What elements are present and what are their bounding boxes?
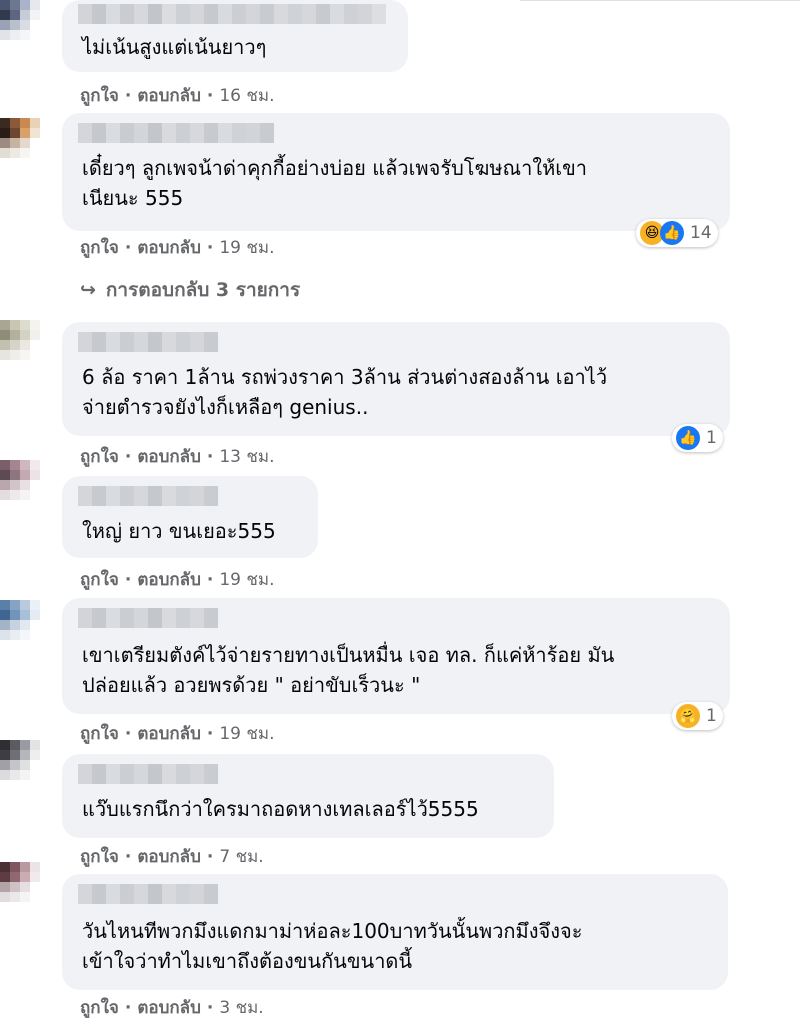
reaction-summary[interactable]: 😆 👍 14	[636, 219, 718, 247]
comment-bubble: แว๊บแรกนึกว่าใครมาถอดหางเทลเลอร์ไว้5555	[62, 754, 554, 838]
reply-arrow-icon: ↪	[80, 279, 96, 301]
separator-dot: ·	[124, 723, 132, 744]
comment-text: ไม่เน้นสูงแต่เน้นยาวๆ	[82, 35, 267, 59]
comment-actions: ถูกใจ · ตอบกลับ · 7 ชม.	[80, 843, 264, 870]
separator-dot: ·	[124, 237, 132, 258]
comment-text: เดี๋ยวๆ ลูกเพจน้าด่าคุกกี้อย่างบ่อย แล้ว…	[82, 156, 587, 210]
avatar[interactable]	[0, 0, 40, 40]
blurred-author-name[interactable]	[78, 332, 218, 352]
comment-text: แว๊บแรกนึกว่าใครมาถอดหางเทลเลอร์ไว้5555	[82, 797, 479, 821]
comment-bubble: วันไหนทีพวกมึงแดกมาม่าห่อละ100บาทวันนั้น…	[62, 874, 728, 990]
reaction-count: 1	[706, 428, 717, 448]
timestamp[interactable]: 19 ชม.	[219, 720, 274, 747]
separator-dot: ·	[206, 237, 214, 258]
comment-bubble: ไม่เน้นสูงแต่เน้นยาวๆ	[62, 0, 408, 72]
like-icon: 👍	[676, 426, 700, 450]
blurred-author-name[interactable]	[78, 764, 218, 784]
reply-link[interactable]: ตอบกลับ	[137, 720, 201, 747]
separator-dot: ·	[206, 85, 214, 106]
timestamp[interactable]: 19 ชม.	[219, 234, 274, 261]
top-divider	[520, 0, 800, 1]
comment-actions: ถูกใจ · ตอบกลับ · 19 ชม.	[80, 234, 275, 261]
separator-dot: ·	[206, 446, 214, 467]
separator-dot: ·	[206, 723, 214, 744]
like-link[interactable]: ถูกใจ	[80, 720, 119, 747]
reply-link[interactable]: ตอบกลับ	[137, 234, 201, 261]
separator-dot: ·	[206, 997, 214, 1018]
avatar[interactable]	[0, 460, 40, 520]
comment-text: เขาเตรียมตังค์ไว้จ่ายรายทางเป็นหมื่น เจอ…	[82, 643, 615, 697]
blurred-author-name[interactable]	[78, 608, 218, 628]
separator-dot: ·	[124, 446, 132, 467]
avatar[interactable]	[0, 118, 40, 178]
comment-bubble: 6 ล้อ ราคา 1ล้าน รถพ่วงราคา 3ล้าน ส่วนต่…	[62, 322, 730, 436]
timestamp[interactable]: 13 ชม.	[219, 443, 274, 470]
comment-bubble: เดี๋ยวๆ ลูกเพจน้าด่าคุกกี้อย่างบ่อย แล้ว…	[62, 113, 730, 231]
comment-actions: ถูกใจ · ตอบกลับ · 19 ชม.	[80, 566, 275, 593]
reaction-count: 14	[690, 223, 712, 243]
comment-bubble: เขาเตรียมตังค์ไว้จ่ายรายทางเป็นหมื่น เจอ…	[62, 598, 730, 714]
separator-dot: ·	[124, 85, 132, 106]
reaction-summary[interactable]: 🤗 1	[672, 702, 723, 730]
reply-link[interactable]: ตอบกลับ	[137, 566, 201, 593]
timestamp[interactable]: 19 ชม.	[219, 566, 274, 593]
separator-dot: ·	[124, 569, 132, 590]
like-link[interactable]: ถูกใจ	[80, 443, 119, 470]
reply-link[interactable]: ตอบกลับ	[137, 843, 201, 870]
like-link[interactable]: ถูกใจ	[80, 566, 119, 593]
replies-label: การตอบกลับ 3 รายการ	[105, 279, 301, 301]
view-replies-link[interactable]: ↪ การตอบกลับ 3 รายการ	[80, 275, 300, 305]
avatar[interactable]	[0, 600, 40, 660]
reply-link[interactable]: ตอบกลับ	[137, 443, 201, 470]
separator-dot: ·	[206, 569, 214, 590]
avatar[interactable]	[0, 320, 40, 380]
blurred-author-name[interactable]	[78, 4, 386, 24]
comment-text: วันไหนทีพวกมึงแดกมาม่าห่อละ100บาทวันนั้น…	[82, 919, 583, 973]
timestamp[interactable]: 3 ชม.	[219, 994, 263, 1021]
reaction-count: 1	[706, 706, 717, 726]
blurred-author-name[interactable]	[78, 486, 218, 506]
comment-text: ใหญ่ ยาว ขนเยอะ555	[82, 519, 276, 543]
comment-actions: ถูกใจ · ตอบกลับ · 13 ชม.	[80, 443, 275, 470]
like-icon: 👍	[660, 221, 684, 245]
like-link[interactable]: ถูกใจ	[80, 234, 119, 261]
timestamp[interactable]: 7 ชม.	[219, 843, 263, 870]
separator-dot: ·	[124, 997, 132, 1018]
avatar[interactable]	[0, 862, 40, 922]
comment-actions: ถูกใจ · ตอบกลับ · 19 ชม.	[80, 720, 275, 747]
like-link[interactable]: ถูกใจ	[80, 843, 119, 870]
like-link[interactable]: ถูกใจ	[80, 82, 119, 109]
separator-dot: ·	[206, 846, 214, 867]
comment-text: 6 ล้อ ราคา 1ล้าน รถพ่วงราคา 3ล้าน ส่วนต่…	[82, 365, 608, 419]
comment-actions: ถูกใจ · ตอบกลับ · 3 ชม.	[80, 994, 264, 1021]
timestamp[interactable]: 16 ชม.	[219, 82, 274, 109]
blurred-author-name[interactable]	[78, 123, 274, 143]
reply-link[interactable]: ตอบกลับ	[137, 994, 201, 1021]
like-link[interactable]: ถูกใจ	[80, 994, 119, 1021]
blurred-author-name[interactable]	[78, 884, 218, 904]
reply-link[interactable]: ตอบกลับ	[137, 82, 201, 109]
comment-actions: ถูกใจ · ตอบกลับ · 16 ชม.	[80, 82, 275, 109]
comment-bubble: ใหญ่ ยาว ขนเยอะ555	[62, 476, 318, 558]
care-icon: 🤗	[676, 704, 700, 728]
reaction-summary[interactable]: 👍 1	[672, 424, 723, 452]
avatar[interactable]	[0, 740, 40, 800]
separator-dot: ·	[124, 846, 132, 867]
